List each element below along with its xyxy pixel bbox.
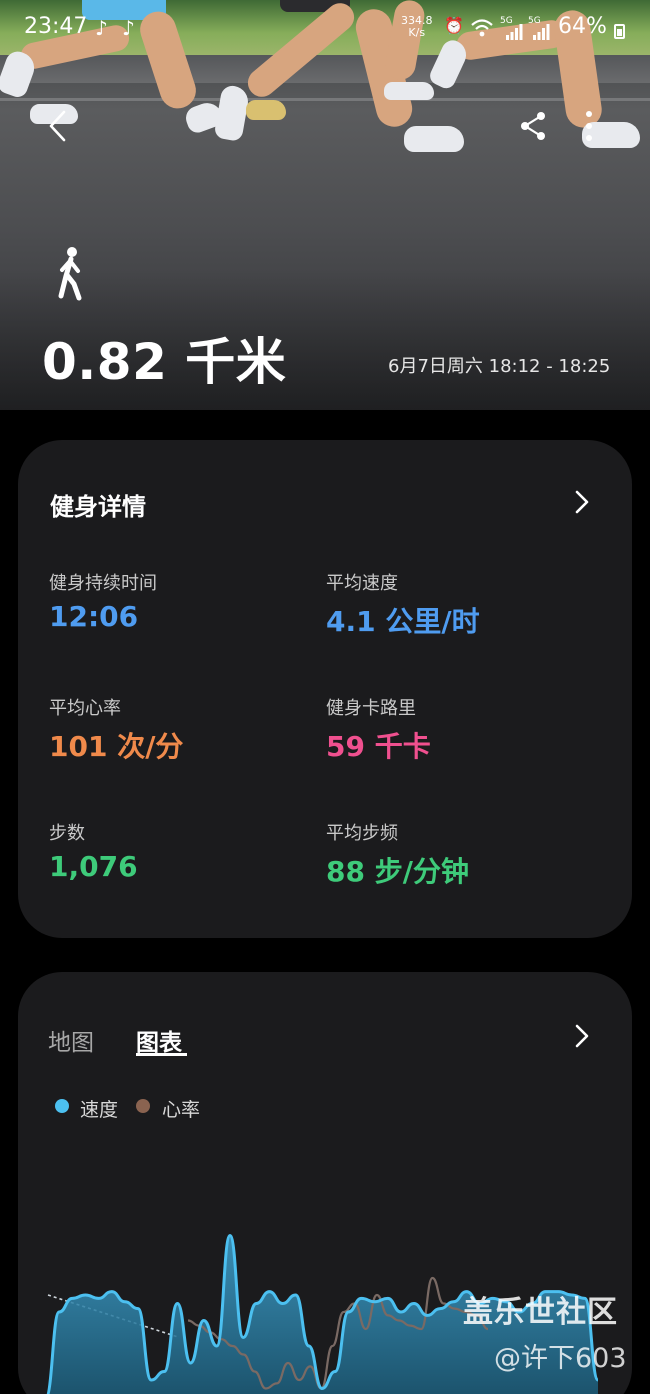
avg-speed-value: 4.1 公里/时 (326, 605, 480, 638)
more-options-button[interactable] (578, 108, 600, 144)
chevron-right-icon[interactable] (572, 488, 592, 516)
share-button[interactable] (516, 108, 552, 144)
status-bar: 23:47 ♪ ♪ 334.8 K/s ⏰ 5G 5G 64% (0, 0, 650, 56)
avg-speed-label: 平均速度 (326, 573, 398, 594)
calories-value: 59 千卡 (326, 730, 431, 763)
wifi-icon (471, 19, 493, 37)
tiktok-notification-icon: ♪ (95, 16, 108, 40)
calories-label: 健身卡路里 (326, 698, 416, 719)
workout-distance: 0.82 千米 (42, 333, 287, 391)
status-time: 23:47 (24, 14, 88, 39)
avg-cadence-value: 88 步/分钟 (326, 855, 469, 888)
network-speed-unit: K/s (408, 26, 426, 39)
watermark-site: 盖乐世社区 (463, 1295, 618, 1330)
avg-heart-rate-label: 平均心率 (49, 698, 121, 719)
steps-label: 步数 (49, 823, 85, 844)
battery-icon (614, 24, 625, 39)
back-button[interactable] (42, 108, 78, 144)
chevron-left-icon (49, 110, 66, 142)
photo-curb (0, 55, 650, 83)
duration-value: 12:06 (49, 600, 139, 633)
photo-road-line (0, 98, 650, 101)
avg-heart-rate-value: 101 次/分 (49, 730, 184, 763)
cell-signal-icon (506, 24, 523, 40)
workout-details-card[interactable]: 健身详情 健身持续时间 12:06 平均速度 4.1 公里/时 平均心率 101… (18, 440, 632, 938)
share-icon (521, 112, 545, 140)
battery-percent: 64% (558, 14, 607, 39)
tiktok-notification-icon: ♪ (122, 16, 135, 40)
alarm-icon: ⏰ (444, 16, 464, 35)
cell-signal-icon (533, 24, 550, 40)
steps-value: 1,076 (49, 850, 138, 883)
details-title: 健身详情 (50, 493, 146, 521)
avg-cadence-label: 平均步频 (326, 823, 398, 844)
workout-datetime: 6月7日周六 18:12 - 18:25 (388, 356, 611, 377)
watermark-user: @许下603 (494, 1343, 627, 1374)
walking-person-icon (58, 247, 82, 301)
photo-runner (246, 100, 286, 120)
network-speed: 334.8 K/s (401, 15, 433, 39)
photo-runner (404, 126, 464, 152)
photo-runner (384, 82, 434, 100)
photo-runner (213, 83, 251, 143)
more-vertical-icon (586, 111, 592, 141)
duration-label: 健身持续时间 (49, 573, 157, 594)
